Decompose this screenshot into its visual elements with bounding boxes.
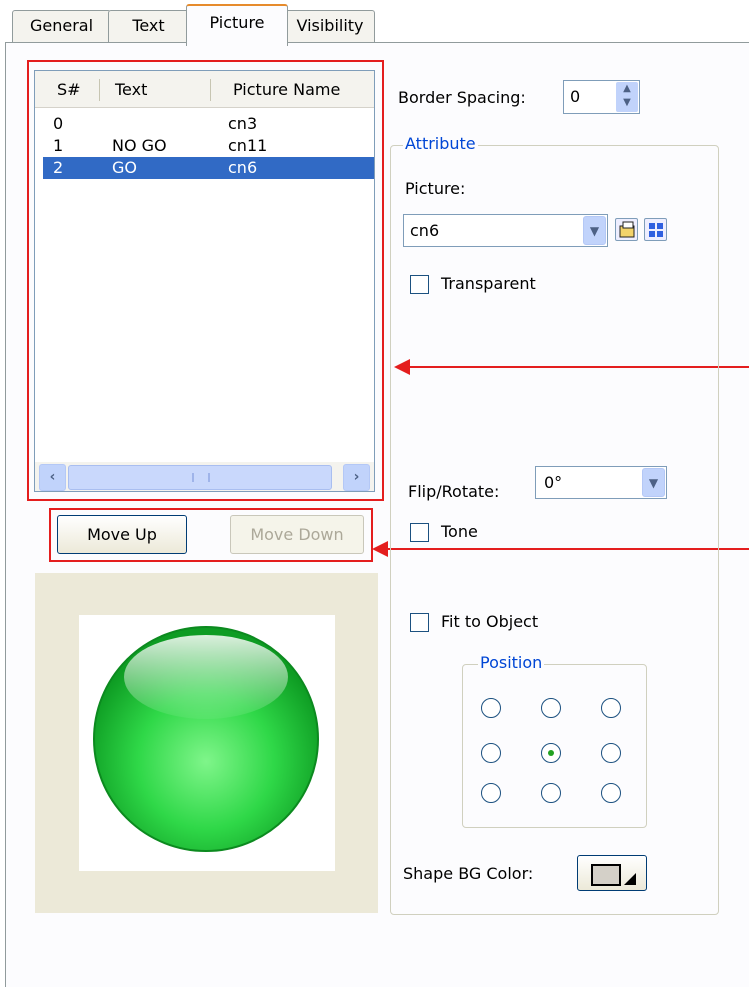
border-spacing-label: Border Spacing: [398, 88, 526, 107]
green-button-picture [93, 626, 319, 852]
position-bottom-right-radio[interactable] [601, 783, 621, 803]
transparent-checkbox[interactable] [410, 275, 429, 294]
tab-strip: General Text Picture Visibility [0, 0, 749, 46]
border-spacing-value: 0 [570, 87, 581, 106]
border-spacing-stepper[interactable]: 0 ▲ ▼ [563, 80, 640, 114]
position-top-right-radio[interactable] [601, 698, 621, 718]
annotation-box-list [27, 60, 384, 501]
color-swatch-icon [591, 864, 636, 886]
position-top-center-radio[interactable] [541, 698, 561, 718]
position-bottom-left-radio[interactable] [481, 783, 501, 803]
shape-bg-color-button[interactable] [577, 855, 647, 891]
picture-library-icon[interactable] [644, 218, 667, 241]
attribute-group-title: Attribute [403, 134, 478, 153]
position-bottom-center-radio[interactable] [541, 783, 561, 803]
position-center-radio[interactable] [541, 743, 561, 763]
open-folder-icon[interactable] [615, 218, 638, 241]
position-middle-left-radio[interactable] [481, 743, 501, 763]
position-top-left-radio[interactable] [481, 698, 501, 718]
picture-select[interactable]: cn6 ▼ [403, 214, 608, 247]
move-down-button[interactable]: Move Down [230, 515, 364, 554]
flip-rotate-label: Flip/Rotate: [408, 482, 500, 501]
spin-down-icon[interactable]: ▼ [616, 96, 638, 110]
tone-checkbox[interactable] [410, 523, 429, 542]
tone-label: Tone [441, 522, 478, 541]
picture-select-value: cn6 [410, 221, 440, 240]
tab-picture[interactable]: Picture [186, 4, 288, 46]
spin-up-icon[interactable]: ▲ [616, 82, 638, 96]
spin-buttons[interactable]: ▲ ▼ [616, 82, 638, 112]
dropdown-arrow-icon[interactable]: ▼ [642, 468, 665, 497]
tab-visibility[interactable]: Visibility [285, 10, 375, 43]
preview-canvas [79, 615, 335, 871]
position-group-title: Position [478, 653, 545, 672]
tab-text[interactable]: Text [108, 10, 189, 43]
position-middle-right-radio[interactable] [601, 743, 621, 763]
fit-to-object-checkbox[interactable] [410, 613, 429, 632]
fit-to-object-label: Fit to Object [441, 612, 539, 631]
tab-general[interactable]: General [12, 10, 111, 43]
shape-bg-color-label: Shape BG Color: [403, 864, 534, 883]
move-up-button[interactable]: Move Up [57, 515, 187, 554]
dropdown-arrow-icon[interactable]: ▼ [583, 216, 606, 245]
arrowhead-icon [372, 541, 388, 557]
flip-rotate-value: 0° [544, 473, 563, 492]
picture-label: Picture: [405, 179, 466, 198]
transparent-label: Transparent [441, 274, 536, 293]
flip-rotate-select[interactable]: 0° ▼ [535, 466, 667, 499]
